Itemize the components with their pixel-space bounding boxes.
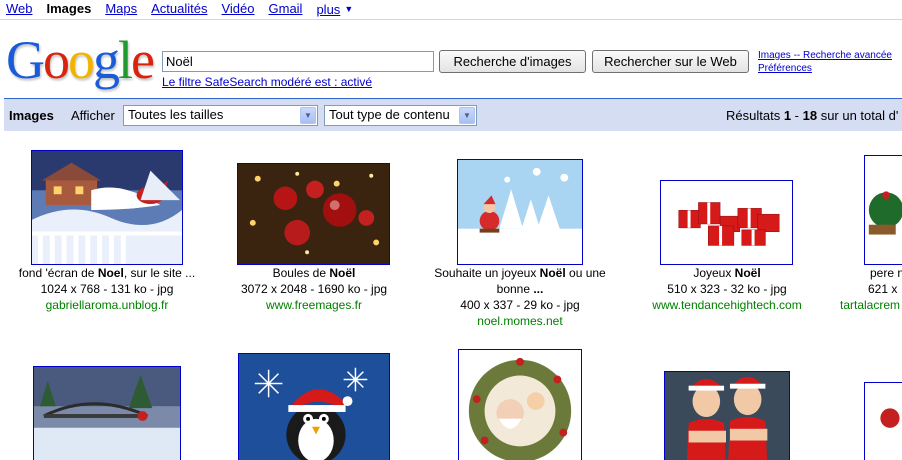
result-source[interactable]: gabriellaroma.unblog.fr <box>7 297 207 313</box>
nav-gmail[interactable]: Gmail <box>269 1 303 17</box>
result-source[interactable]: www.freemages.fr <box>214 297 414 313</box>
result-thumbnail[interactable] <box>238 353 390 460</box>
result-title: Joyeux Noël <box>693 266 761 280</box>
nav-more[interactable]: plus ▼ <box>316 1 353 17</box>
result-title: Boules de Noël <box>272 266 356 280</box>
result-caption: Joyeux Noël 510 x 323 - 32 ko - jpg www.… <box>627 265 827 313</box>
results-bar: Images Afficher Toutes les tailles ▼ Tou… <box>4 98 902 131</box>
result-meta: 1024 x 768 - 131 ko - jpg <box>40 282 174 296</box>
result-meta: 400 x 337 - 29 ko - jpg <box>460 298 580 312</box>
result-thumbnail[interactable] <box>458 349 582 460</box>
penguin-santa-hat-image <box>239 354 389 460</box>
santa-costumes-photo <box>665 372 789 460</box>
santa-angel-wreath-image <box>459 350 581 460</box>
result-title: Souhaite un joyeux Noël ou une <box>434 266 606 280</box>
result-thumbnail[interactable] <box>864 382 902 460</box>
result-title-line2: bonne ... <box>496 282 544 296</box>
result-title: fond 'écran de Noel, sur le site ... <box>18 266 196 280</box>
results-from: 1 <box>783 108 792 123</box>
results-suffix: sur un total d' <box>817 108 899 123</box>
result-thumbnail[interactable] <box>237 163 390 265</box>
result-meta: 3072 x 2048 - 1690 ko - jpg <box>240 282 388 296</box>
search-input[interactable] <box>162 51 434 72</box>
results-count: Résultats 1 - 18 sur un total d' <box>726 108 898 123</box>
santa-wreath-image <box>865 156 902 264</box>
result-thumbnail[interactable] <box>33 366 181 460</box>
result-source[interactable]: noel.momes.net <box>420 313 620 329</box>
red-ornament-image <box>865 383 902 460</box>
result-caption: Souhaite un joyeux Noël ou une bonne ...… <box>420 265 620 329</box>
christmas-baubles-image <box>238 164 389 264</box>
nav-actualites[interactable]: Actualités <box>151 1 207 17</box>
result-caption: Boules de Noël 3072 x 2048 - 1690 ko - j… <box>214 265 414 313</box>
result-title: pere n <box>870 266 902 280</box>
safesearch-link[interactable]: Le filtre SafeSearch modéré est : activé <box>162 75 372 89</box>
results-to: 18 <box>802 108 818 123</box>
chevron-down-icon[interactable]: ▼ <box>300 107 316 124</box>
chevron-down-icon[interactable]: ▼ <box>459 107 475 124</box>
result-thumbnail[interactable] <box>664 371 790 460</box>
advanced-search-link[interactable]: Images -- Recherche avancée <box>758 49 892 62</box>
show-label: Afficher <box>71 108 115 123</box>
nav-video[interactable]: Vidéo <box>221 1 254 17</box>
result-thumbnail[interactable] <box>457 159 583 265</box>
bar-title: Images <box>9 108 54 123</box>
result-caption: pere n 621 x tartalacrem <box>838 265 902 313</box>
result-thumbnail[interactable] <box>31 150 183 265</box>
winter-cardinal-image <box>32 151 182 264</box>
results-prefix: Résultats <box>726 108 784 123</box>
result-meta: 621 x <box>868 282 898 296</box>
winter-bridge-image <box>34 367 180 460</box>
chevron-down-icon: ▼ <box>344 4 354 14</box>
size-select-value: Toutes les tailles <box>128 107 224 122</box>
side-links: Images -- Recherche avancée Préférences <box>758 49 892 75</box>
preferences-link[interactable]: Préférences <box>758 62 892 75</box>
result-thumbnail[interactable] <box>660 180 793 265</box>
web-search-button[interactable]: Rechercher sur le Web <box>592 50 749 73</box>
type-select-value: Tout type de contenu <box>329 107 450 122</box>
result-meta: 510 x 323 - 32 ko - jpg <box>667 282 787 296</box>
santa-snow-image <box>458 160 582 264</box>
nav-images: Images <box>46 1 92 16</box>
red-gifts-image <box>661 181 792 264</box>
result-source[interactable]: www.tendancehightech.com <box>627 297 827 313</box>
results-sep: - <box>791 108 803 123</box>
result-thumbnail[interactable] <box>864 155 902 265</box>
result-caption: fond 'écran de Noel, sur le site ... 102… <box>7 265 207 313</box>
type-select[interactable]: Tout type de contenu ▼ <box>324 105 477 126</box>
nav-more-label[interactable]: plus <box>316 2 340 17</box>
size-select[interactable]: Toutes les tailles ▼ <box>123 105 318 126</box>
top-nav: Web Images Maps Actualités Vidéo Gmail p… <box>6 1 353 17</box>
nav-maps[interactable]: Maps <box>105 1 137 17</box>
nav-web[interactable]: Web <box>6 1 33 17</box>
top-divider <box>0 19 902 20</box>
result-source[interactable]: tartalacrem <box>838 297 902 313</box>
image-search-button[interactable]: Recherche d'images <box>439 50 586 73</box>
google-logo[interactable]: Google <box>6 30 155 90</box>
